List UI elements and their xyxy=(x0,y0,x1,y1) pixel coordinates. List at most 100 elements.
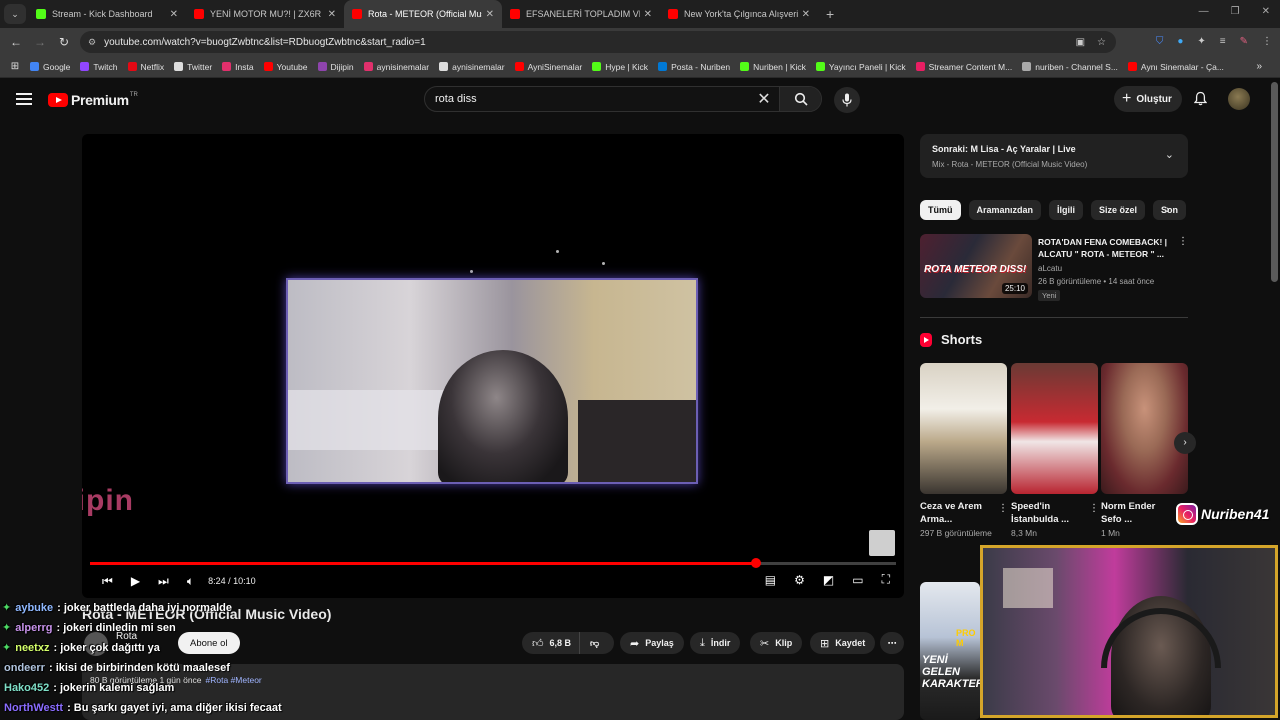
notifications-bell-icon[interactable] xyxy=(1194,91,1207,106)
bookmark-star-icon[interactable]: ☆ xyxy=(1097,37,1106,48)
bookmark-item[interactable]: Aynı Sinemalar - Ça... xyxy=(1127,62,1224,72)
clip-button[interactable]: ✂ Klip xyxy=(750,632,803,654)
apps-grid-icon[interactable]: ⊞ xyxy=(0,61,30,72)
settings-gear-icon[interactable]: ⚙ xyxy=(794,573,805,587)
minimize-button[interactable]: — xyxy=(1199,6,1209,17)
cast-icon[interactable]: ▣ xyxy=(1076,37,1085,48)
short-thumbnail-partial[interactable]: PRO M YENİ GELEN KARAKTER xyxy=(920,582,980,720)
download-button[interactable]: ⤓ İndir xyxy=(690,632,741,654)
tab-search-button[interactable]: ⌄ xyxy=(4,4,26,24)
short-thumbnail[interactable] xyxy=(1101,363,1188,494)
bookmark-item[interactable]: Twitter xyxy=(174,62,212,72)
short-thumbnail[interactable] xyxy=(1011,363,1098,494)
previous-icon[interactable]: ⏮ xyxy=(102,574,113,589)
close-window-button[interactable]: ✕ xyxy=(1262,6,1270,17)
filter-chip[interactable]: İlgili xyxy=(1049,200,1084,220)
tab-close-icon[interactable]: ✕ xyxy=(802,9,810,20)
bookmark-item[interactable]: Streamer Content M... xyxy=(915,62,1012,72)
bookmark-item[interactable]: Insta xyxy=(222,62,254,72)
channel-watermark-icon[interactable] xyxy=(869,530,895,556)
back-button[interactable]: ← xyxy=(4,35,28,49)
video-player[interactable]: dijijipin ⏮ ▶ ⏭ 🔈︎ 8:24 / 10:10 ▤ ⚙ ◩ ▭ … xyxy=(82,134,904,598)
reading-list-icon[interactable]: ≡ xyxy=(1220,36,1226,47)
extensions-puzzle-icon[interactable]: ✦ xyxy=(1197,36,1205,47)
browser-tab[interactable]: Rota - METEOR (Official Music Video) ✕ xyxy=(344,0,502,28)
filter-chip[interactable]: Size özel xyxy=(1091,200,1146,220)
bookmark-item[interactable]: Dijipin xyxy=(317,62,354,72)
like-button[interactable]: 👍︎ 6,8 B xyxy=(522,632,581,654)
bookmark-item[interactable]: aynisinemalar xyxy=(439,62,505,72)
bookmark-item[interactable]: Yayıncı Paneli | Kick xyxy=(815,62,906,72)
reload-button[interactable]: ↻ xyxy=(52,35,76,49)
volume-icon[interactable]: 🔈︎ xyxy=(187,574,194,589)
browser-tab[interactable]: EFSANELERİ TOPLADIM VE DEN ✕ xyxy=(502,0,660,28)
filter-chip[interactable]: Tümü xyxy=(920,200,961,220)
browser-menu-icon[interactable]: ⋮ xyxy=(1262,36,1272,47)
bookmark-item[interactable]: Twitch xyxy=(80,62,118,72)
subtitles-icon[interactable]: ▤ xyxy=(765,573,776,587)
voice-search-button[interactable] xyxy=(834,87,860,113)
miniplayer-icon[interactable]: ◩ xyxy=(823,573,834,587)
more-vertical-icon[interactable]: ⋮ xyxy=(1089,503,1099,514)
next-icon[interactable]: ⏭ xyxy=(158,574,169,589)
short-item[interactable]: Ceza ve Arem Arma... 297 B görüntüleme ⋮ xyxy=(920,363,1008,538)
bookmark-item[interactable]: Netflix xyxy=(127,62,164,72)
filter-chip[interactable]: Aramanızdan xyxy=(968,200,1042,220)
shorts-next-button[interactable]: › xyxy=(1174,432,1196,454)
forward-button[interactable]: → xyxy=(28,35,52,49)
more-vertical-icon[interactable]: ⋮ xyxy=(998,503,1008,514)
search-button[interactable] xyxy=(779,87,821,111)
chevron-right-icon[interactable]: › xyxy=(1166,204,1170,216)
bookmark-item[interactable]: Posta - Nuriben xyxy=(658,62,730,72)
tab-close-icon[interactable]: ✕ xyxy=(644,9,652,20)
recommended-title[interactable]: ROTA'DAN FENA COMEBACK! | ALCATU " ROTA … xyxy=(1038,236,1168,260)
new-tab-button[interactable]: + xyxy=(826,6,834,22)
more-actions-button[interactable]: ⋯ xyxy=(880,632,904,654)
site-info-icon[interactable]: ⚙ xyxy=(88,37,96,48)
tab-close-icon[interactable]: ✕ xyxy=(486,9,494,20)
shorts-header: Shorts xyxy=(920,332,982,347)
share-button[interactable]: ➦ Paylaş xyxy=(620,632,684,654)
short-item[interactable]: Speed'in İstanbulda ... 8,3 Mn ⋮ xyxy=(1011,363,1099,538)
recommended-channel[interactable]: aLcatu xyxy=(1038,264,1062,273)
browser-tab[interactable]: Stream - Kick Dashboard ✕ xyxy=(28,0,186,28)
bookmark-item[interactable]: aynisinemalar xyxy=(363,62,429,72)
extension-shield-icon[interactable]: ⛉ xyxy=(1156,36,1164,47)
bookmarks-overflow-icon[interactable]: » xyxy=(1256,61,1262,72)
more-vertical-icon[interactable]: ⋮ xyxy=(1178,236,1188,247)
maximize-button[interactable]: ❐ xyxy=(1231,6,1240,17)
browser-tab[interactable]: YENİ MOTOR MU?! | ZX6R İLK Ç ✕ xyxy=(186,0,344,28)
extension-vpn-icon[interactable]: ● xyxy=(1177,36,1183,47)
progress-bar[interactable] xyxy=(90,558,896,568)
progress-handle[interactable] xyxy=(751,558,761,568)
search-input[interactable] xyxy=(425,88,749,110)
bookmark-item[interactable]: nuriben - Channel S... xyxy=(1022,62,1118,72)
theater-mode-icon[interactable]: ▭ xyxy=(852,573,863,587)
tab-close-icon[interactable]: ✕ xyxy=(170,9,178,20)
youtube-logo[interactable]: Premium TR xyxy=(48,92,138,108)
short-item[interactable]: Norm Ender Sefo ... 1 Mn xyxy=(1101,363,1188,538)
fullscreen-icon[interactable]: ⛶ xyxy=(882,572,890,587)
tab-close-icon[interactable]: ✕ xyxy=(328,9,336,20)
create-button[interactable]: + Oluştur xyxy=(1114,86,1182,112)
bookmark-item[interactable]: Youtube xyxy=(263,62,308,72)
address-bar[interactable]: ⚙ youtube.com/watch?v=buogtZwbtnc&list=R… xyxy=(80,31,1116,53)
up-next-panel[interactable]: Sonraki: M Lisa - Aç Yaralar | Live Mix … xyxy=(920,134,1188,178)
recommended-thumbnail[interactable]: ROTA METEOR DISS! 25:10 xyxy=(920,234,1032,298)
profile-icon[interactable]: ✎ xyxy=(1240,36,1248,47)
account-avatar[interactable] xyxy=(1228,88,1250,110)
play-icon[interactable]: ▶ xyxy=(131,574,140,588)
chevron-down-icon[interactable]: ⌄ xyxy=(1165,148,1174,161)
page-scrollbar[interactable] xyxy=(1271,82,1278,282)
clear-search-icon[interactable]: ✕ xyxy=(749,89,779,109)
recommended-video[interactable]: ROTA METEOR DISS! 25:10 ROTA'DAN FENA CO… xyxy=(920,234,1190,304)
dislike-button[interactable]: 👎︎ xyxy=(580,638,609,649)
menu-icon[interactable] xyxy=(16,93,32,105)
short-thumbnail[interactable] xyxy=(920,363,1007,494)
browser-tab[interactable]: New York'ta Çılgınca Alışveriş Y ✕ xyxy=(660,0,818,28)
save-button[interactable]: ⊞ Kaydet xyxy=(810,632,876,654)
bookmark-item[interactable]: Nuriben | Kick xyxy=(740,62,806,72)
bookmark-item[interactable]: Google xyxy=(30,62,70,72)
bookmark-item[interactable]: Hype | Kick xyxy=(592,62,648,72)
bookmark-item[interactable]: AyniSinemalar xyxy=(514,62,582,72)
